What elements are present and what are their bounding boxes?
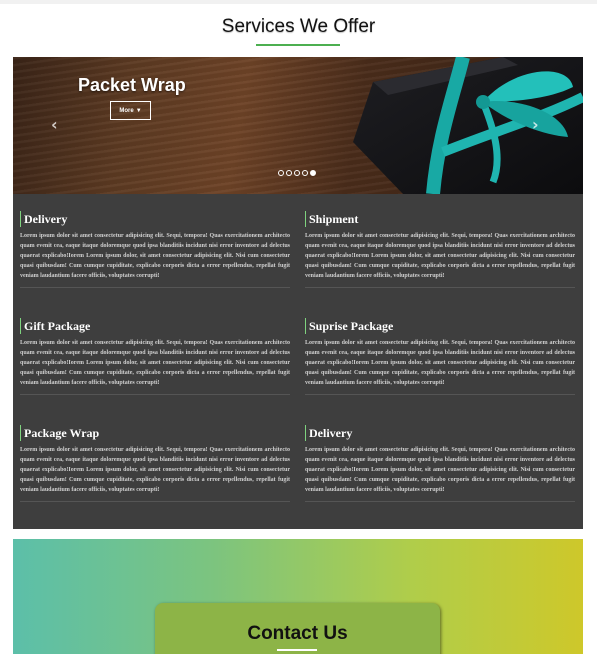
carousel-indicator[interactable]	[278, 170, 284, 176]
service-title: Suprise Package	[305, 318, 575, 334]
carousel-indicator[interactable]	[294, 170, 300, 176]
contact-underline	[277, 649, 317, 651]
service-description: Lorem ipsum dolor sit amet consectetur a…	[305, 233, 575, 279]
services-grid: Delivery Lorem ipsum dolor sit amet cons…	[13, 194, 583, 529]
carousel-indicator-active[interactable]	[310, 170, 316, 176]
slide-caption: Packet Wrap	[78, 75, 186, 95]
title-underline	[256, 44, 340, 46]
more-button-label: More	[119, 107, 134, 114]
service-title: Delivery	[305, 425, 575, 441]
carousel-indicator[interactable]	[302, 170, 308, 176]
service-title: Shipment	[305, 211, 575, 227]
divider	[305, 394, 575, 395]
service-description: Lorem ipsum dolor sit amet consectetur a…	[305, 447, 575, 493]
service-title: Gift Package	[20, 318, 290, 334]
service-card-shipment: Shipment Lorem ipsum dolor sit amet cons…	[305, 211, 575, 288]
service-description: Lorem ipsum dolor sit amet consectetur a…	[305, 340, 575, 386]
hero-carousel: Packet Wrap More ▼ ‹ ›	[13, 57, 583, 194]
service-title: Delivery	[20, 211, 290, 227]
carousel-indicators	[278, 170, 316, 176]
divider	[20, 501, 290, 502]
service-card-package-wrap: Package Wrap Lorem ipsum dolor sit amet …	[20, 425, 290, 502]
divider	[20, 394, 290, 395]
more-button[interactable]: More ▼	[110, 101, 151, 120]
page-title: Services We Offer	[221, 16, 376, 37]
service-card-delivery: Delivery Lorem ipsum dolor sit amet cons…	[20, 211, 290, 288]
service-card-delivery-2: Delivery Lorem ipsum dolor sit amet cons…	[305, 425, 575, 502]
carousel-prev-button[interactable]: ‹	[51, 115, 58, 134]
service-title: Package Wrap	[20, 425, 290, 441]
contact-card: Contact Us	[155, 603, 440, 654]
contact-title: Contact Us	[247, 623, 348, 644]
carousel-indicator[interactable]	[286, 170, 292, 176]
chevron-down-icon: ▼	[135, 107, 142, 114]
top-bar	[0, 0, 597, 4]
divider	[305, 501, 575, 502]
carousel-next-button[interactable]: ›	[532, 115, 539, 134]
service-description: Lorem ipsum dolor sit amet consectetur a…	[20, 340, 290, 386]
divider	[20, 287, 290, 288]
service-description: Lorem ipsum dolor sit amet consectetur a…	[20, 447, 290, 493]
contact-section: Contact Us	[13, 539, 583, 654]
service-description: Lorem ipsum dolor sit amet consectetur a…	[20, 233, 290, 279]
service-card-gift-package: Gift Package Lorem ipsum dolor sit amet …	[20, 318, 290, 395]
service-card-suprise-package: Suprise Package Lorem ipsum dolor sit am…	[305, 318, 575, 395]
divider	[305, 287, 575, 288]
gift-box-image	[353, 57, 583, 194]
